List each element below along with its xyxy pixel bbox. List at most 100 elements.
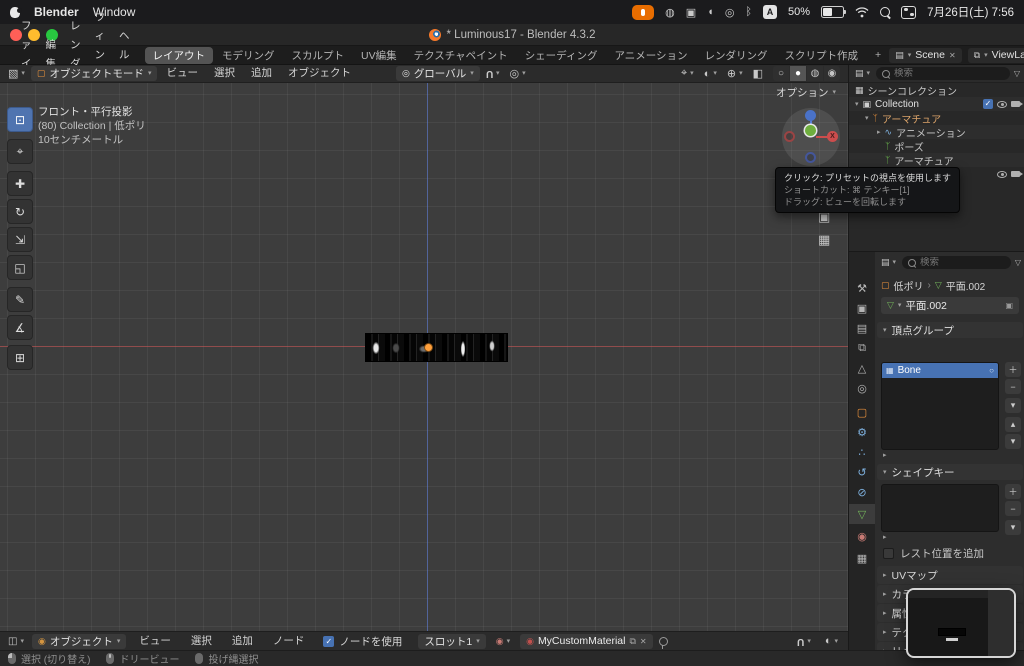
pin-id-icon[interactable] xyxy=(658,636,668,649)
vertex-groups-list[interactable]: ▦ Bone ○ xyxy=(881,362,999,450)
gizmo-x-axis[interactable]: X xyxy=(827,131,838,142)
tab-material-properties[interactable]: ◉ xyxy=(849,526,875,546)
show-overlays-toggle[interactable]: ◐ ▾ xyxy=(700,66,721,81)
viewport-menu-select[interactable]: 選択 xyxy=(207,64,242,83)
menubar-clock[interactable]: 7月26日(土) 7:56 xyxy=(927,4,1014,20)
rest-position-checkbox[interactable] xyxy=(883,548,894,559)
transform-orientation-selector[interactable]: ◎ グローバル ▾ xyxy=(395,66,480,81)
disclosure-triangle-icon[interactable]: ▾ xyxy=(855,101,859,108)
copy-material-icon[interactable]: ⧉ xyxy=(629,636,635,647)
status-app-icon-1[interactable]: ◍ xyxy=(665,6,675,19)
tab-object-data-properties[interactable]: ▽ xyxy=(849,504,875,524)
tool-add-cube[interactable]: ⊞ xyxy=(7,345,33,370)
tab-sculpting[interactable]: スカルプト xyxy=(284,47,353,64)
tab-shading[interactable]: シェーディング xyxy=(517,47,606,64)
viewlayer-selector[interactable]: ⧉ ▾ ViewLayer ⊞ xyxy=(967,47,1024,63)
vertex-groups-section-header[interactable]: ▾ 頂点グループ xyxy=(877,322,1023,338)
mic-in-use-indicator[interactable] xyxy=(632,4,655,20)
tab-tool-properties[interactable]: ⚒ xyxy=(849,278,875,298)
status-app-icon-3[interactable]: ◎ xyxy=(725,6,735,19)
shading-material-button[interactable]: ◍ xyxy=(807,66,823,81)
collection-checkbox[interactable]: ✓ xyxy=(983,99,993,109)
browse-material-button[interactable]: ◉ ▾ xyxy=(492,634,514,649)
tab-world-properties[interactable]: ◎ xyxy=(849,378,875,398)
disable-in-render-icon[interactable] xyxy=(1011,171,1023,177)
tool-scale[interactable]: ⇲ xyxy=(7,227,33,252)
shader-menu-select[interactable]: 選択 xyxy=(184,632,219,651)
chat-bubble-icon[interactable]: ◖ xyxy=(707,6,714,18)
viewport-menu-view[interactable]: ビュー xyxy=(159,64,205,83)
outliner-search-input[interactable] xyxy=(894,68,1004,79)
tab-output-properties[interactable]: ▤ xyxy=(849,318,875,338)
hide-in-viewport-icon[interactable] xyxy=(997,100,1007,108)
tab-uv-editing[interactable]: UV編集 xyxy=(353,47,405,64)
tab-layout[interactable]: レイアウト xyxy=(144,46,213,64)
material-slot-selector[interactable]: スロット1 ▾ xyxy=(418,633,486,649)
viewport-menu-add[interactable]: 追加 xyxy=(244,64,279,83)
unlink-material-icon[interactable]: ✕ xyxy=(640,637,647,646)
shader-overlays-toggle[interactable]: ◐ ▾ xyxy=(821,634,842,649)
tab-texture-paint[interactable]: テクスチャペイント xyxy=(406,47,516,64)
tool-annotate[interactable]: ✎ xyxy=(7,287,33,312)
mesh-datablock-field[interactable]: ▽ ▾ 平面.002 ▣ xyxy=(881,297,1019,314)
xray-toggle[interactable]: ◧ xyxy=(749,66,767,81)
disclosure-triangle-icon[interactable]: ▸ xyxy=(877,129,881,136)
proportional-edit-toggle[interactable]: ◎ ▾ xyxy=(505,66,529,81)
tool-select-box[interactable]: ⊡ xyxy=(7,107,33,132)
mesh-object-plane[interactable] xyxy=(365,333,508,362)
list-resize-grip[interactable]: ▸ xyxy=(883,534,887,541)
lock-icon[interactable]: ○ xyxy=(989,366,994,375)
shape-key-specials-menu[interactable]: ▾ xyxy=(1005,520,1021,535)
outliner-search[interactable] xyxy=(876,67,1010,80)
outliner-editor-type-selector[interactable]: ▤ ▾ xyxy=(853,66,872,81)
tool-move[interactable]: ✚ xyxy=(7,171,33,196)
tab-rendering[interactable]: レンダリング xyxy=(697,47,776,64)
tab-viewlayer-properties[interactable]: ⧉ xyxy=(849,338,875,358)
shading-solid-button[interactable]: ● xyxy=(790,66,806,81)
tab-render-properties[interactable]: ▣ xyxy=(849,298,875,318)
outliner-row-pose[interactable]: ᛉ ポーズ xyxy=(849,139,1024,154)
disable-in-render-icon[interactable] xyxy=(1011,101,1023,107)
remove-shape-key-button[interactable]: − xyxy=(1005,501,1021,516)
tab-modifier-properties[interactable]: ⚙ xyxy=(849,422,875,442)
outliner-row-armature-object[interactable]: ▾ ᛉ アーマチュア xyxy=(849,111,1024,126)
shape-keys-list[interactable] xyxy=(881,484,999,532)
tab-animation[interactable]: アニメーション xyxy=(606,47,695,64)
snap-toggle[interactable]: U ▾ xyxy=(482,66,504,81)
move-vertex-group-up-button[interactable]: ▴ xyxy=(1005,417,1021,432)
properties-search[interactable] xyxy=(902,256,1011,269)
control-center-icon[interactable] xyxy=(901,5,917,19)
tab-physics-properties[interactable]: ↺ xyxy=(849,462,875,482)
tab-particle-properties[interactable]: ∴ xyxy=(849,442,875,462)
move-vertex-group-down-button[interactable]: ▾ xyxy=(1005,434,1021,449)
battery-icon[interactable] xyxy=(821,6,847,18)
properties-editor-type-selector[interactable]: ▤ ▾ xyxy=(879,255,898,270)
status-app-icon-2[interactable]: ▣ xyxy=(686,6,696,19)
show-gizmo-toggle[interactable]: ⊕ ▾ xyxy=(723,66,747,81)
vertex-group-item-bone[interactable]: ▦ Bone ○ xyxy=(882,363,998,378)
grid-toggle-button[interactable]: ▦ xyxy=(818,232,830,248)
tool-rotate[interactable]: ↻ xyxy=(7,199,33,224)
tab-texture-properties[interactable]: ▦ xyxy=(849,548,875,568)
shading-rendered-button[interactable]: ◉ xyxy=(824,66,840,81)
disclosure-triangle-icon[interactable]: ▾ xyxy=(865,115,869,122)
tab-object-properties[interactable]: ▢ xyxy=(849,402,875,422)
tab-scripting[interactable]: スクリプト作成 xyxy=(777,47,867,64)
add-vertex-group-button[interactable]: ＋ xyxy=(1005,362,1021,377)
object-origin-point[interactable] xyxy=(424,343,433,352)
tab-modeling[interactable]: モデリング xyxy=(214,47,283,64)
vertex-group-specials-menu[interactable]: ▾ xyxy=(1005,398,1021,413)
outliner-row-animation[interactable]: ▸ ∿ アニメーション xyxy=(849,125,1024,140)
fake-user-shield-icon[interactable]: ▣ xyxy=(1005,301,1013,310)
outliner-row-collection[interactable]: ▾ ▣ Collection ✓ xyxy=(849,97,1024,111)
properties-filter-icon[interactable]: ▽ xyxy=(1015,258,1021,267)
editor-type-selector[interactable]: ▧ ▾ xyxy=(4,66,29,81)
remove-vertex-group-button[interactable]: − xyxy=(1005,379,1021,394)
add-workspace-button[interactable]: + xyxy=(867,48,889,62)
breadcrumb-object[interactable]: 低ポリ xyxy=(894,278,924,293)
add-shape-key-button[interactable]: ＋ xyxy=(1005,484,1021,499)
tab-scene-properties[interactable]: △ xyxy=(849,358,875,378)
screenshot-preview-window[interactable] xyxy=(906,588,1016,658)
tab-constraint-properties[interactable]: ⊘ xyxy=(849,482,875,502)
outliner-row-armature-data[interactable]: ᛉ アーマチュア xyxy=(849,153,1024,168)
